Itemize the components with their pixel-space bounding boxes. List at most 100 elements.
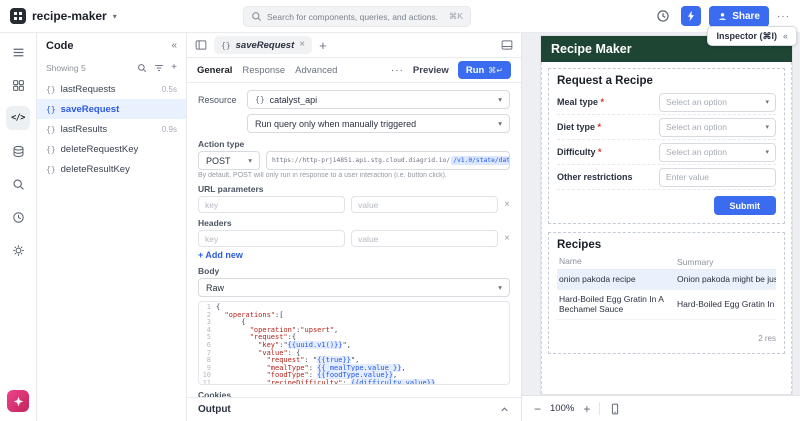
panel-bottom-icon[interactable] (501, 39, 513, 51)
recipe-row[interactable]: Hard-Boiled Egg Gratin In A Bechamel Sau… (557, 290, 776, 320)
braces-icon: {} (46, 165, 56, 174)
panel-left-icon[interactable] (195, 39, 207, 51)
history-icon[interactable] (653, 6, 673, 26)
chevron-up-icon[interactable] (499, 404, 510, 415)
table-header: NameSummary (557, 254, 776, 270)
code-panel: Code « Showing 5 + {}lastRequests0.5s{}s… (37, 33, 187, 421)
query-item-saveRequest[interactable]: {}saveRequest (37, 99, 186, 119)
settings-gear-icon[interactable] (6, 238, 30, 262)
line-number: 11 (199, 380, 216, 385)
query-item-deleteResultKey[interactable]: {} deleteResultKey (37, 159, 186, 179)
collapse-panel-icon[interactable]: « (171, 40, 177, 51)
more-menu-icon[interactable]: ··· (777, 11, 790, 22)
add-new-link[interactable]: + Add new (198, 250, 243, 260)
editor-nav-tabs: General Response Advanced (197, 65, 337, 76)
required-asterisk: * (595, 122, 601, 132)
other-restrictions-input[interactable]: Enter value (659, 168, 776, 187)
run-button[interactable]: Run⌘↵ (458, 61, 511, 79)
chevron-down-icon: ▾ (248, 156, 252, 165)
query-item-deleteRequestKey[interactable]: {}deleteRequestKey (37, 139, 186, 159)
code-icon[interactable]: </> (6, 106, 30, 130)
components-icon[interactable] (6, 73, 30, 97)
form-field-row: Meal type *Select an option▾ (557, 90, 776, 115)
debug-clock-icon[interactable] (6, 205, 30, 229)
submit-button[interactable]: Submit (714, 196, 777, 215)
more-options-icon[interactable]: ··· (391, 65, 404, 76)
search-icon[interactable] (137, 63, 147, 73)
new-tab-icon[interactable]: + (319, 39, 327, 52)
query-name: saveRequest (61, 104, 172, 115)
add-query-icon[interactable]: + (171, 62, 177, 73)
recipe-name-cell: Hard-Boiled Egg Gratin In A Bechamel Sau… (557, 290, 673, 319)
tab-response[interactable]: Response (242, 65, 285, 76)
headers-label: Headers (198, 218, 510, 228)
editor-tabbar: {} saveRequest × + (187, 33, 521, 58)
filter-icon[interactable] (154, 63, 164, 73)
recipe-row[interactable]: onion pakoda recipeOnion pakoda might be… (557, 270, 776, 290)
column-header-name: Name (557, 252, 673, 271)
query-name: deleteResultKey (61, 164, 172, 175)
lightning-icon[interactable] (681, 6, 701, 26)
zoom-out-icon[interactable]: − (534, 403, 541, 415)
results-count: 2 res (557, 334, 776, 347)
code-panel-subheader: Showing 5 + (37, 58, 186, 77)
share-button[interactable]: Share (709, 6, 769, 27)
method-select[interactable]: POST ▾ (198, 151, 260, 170)
mobile-preview-icon[interactable] (609, 403, 621, 415)
chevron-down-icon[interactable]: ▾ (113, 12, 117, 21)
search-placeholder: Search for components, queries, and acti… (267, 12, 444, 22)
url-param-key-input[interactable]: key (198, 196, 345, 213)
search-icon[interactable] (6, 172, 30, 196)
zoom-in-icon[interactable]: + (583, 403, 590, 415)
diet-type-select[interactable]: Select an option▾ (659, 118, 776, 137)
url-base: https://http-prj14851.api.stg.cloud.diag… (272, 157, 450, 164)
output-label: Output (198, 404, 499, 415)
header-value-input[interactable]: value (351, 230, 498, 247)
close-tab-icon[interactable]: × (299, 40, 305, 50)
url-input[interactable]: https://http-prj14851.api.stg.cloud.diag… (266, 151, 510, 170)
database-icon[interactable] (6, 139, 30, 163)
query-item-lastRequests[interactable]: {}lastRequests0.5s (37, 79, 186, 99)
tab-advanced[interactable]: Advanced (295, 65, 337, 76)
editor-content: Resource {} catalyst_api ▾ Run query onl… (187, 83, 521, 397)
recipe-summary-cell: Hard-Boiled Egg Gratin In A Bechamel (673, 299, 776, 309)
query-tab-saverequest[interactable]: {} saveRequest × (214, 36, 312, 54)
inspector-button[interactable]: Inspector (⌘I) « (707, 26, 797, 46)
header-key-input[interactable]: key (198, 230, 345, 247)
run-trigger-select[interactable]: Run query only when manually triggered ▾ (247, 114, 510, 133)
remove-row-icon[interactable]: × (504, 234, 510, 244)
url-param-value-input[interactable]: value (351, 196, 498, 213)
field-label: Diet type * (557, 122, 659, 132)
body-code-editor[interactable]: 1{2 "operations":[3 {4 "operation":"upse… (198, 301, 510, 385)
menu-icon[interactable] (6, 40, 30, 64)
resource-select[interactable]: {} catalyst_api ▾ (247, 90, 510, 109)
form-field-row: Diet type *Select an option▾ (557, 115, 776, 140)
tab-general[interactable]: General (197, 65, 232, 76)
topbar-left: recipe-maker ▾ (0, 8, 117, 24)
field-label: Meal type * (557, 97, 659, 107)
run-shortcut: ⌘↵ (488, 66, 503, 75)
query-name: deleteRequestKey (61, 144, 172, 155)
form-title: Request a Recipe (557, 75, 776, 87)
remove-row-icon[interactable]: × (504, 200, 510, 210)
chevron-down-icon: ▾ (498, 119, 502, 128)
output-bar[interactable]: Output (187, 397, 521, 421)
app-title[interactable]: recipe-maker (32, 9, 107, 23)
omnibar-search[interactable]: Search for components, queries, and acti… (243, 6, 471, 27)
ai-assistant-icon[interactable] (7, 390, 29, 412)
form-field-row: Other restrictionsEnter value (557, 165, 776, 190)
code-line: 11 "recipeDifficulty": {{difficulty.valu… (199, 380, 509, 385)
body-mode-select[interactable]: Raw ▾ (198, 278, 510, 297)
meal-type-select[interactable]: Select an option▾ (659, 93, 776, 112)
placeholder-text: Select an option (666, 122, 765, 132)
recipe-name-cell: onion pakoda recipe (557, 270, 673, 289)
difficulty-select[interactable]: Select an option▾ (659, 143, 776, 162)
query-item-lastResults[interactable]: {}lastResults0.9s (37, 119, 186, 139)
preview-button[interactable]: Preview (413, 65, 449, 76)
showing-count: Showing 5 (46, 63, 130, 73)
braces-icon: {} (46, 125, 56, 134)
body-label: Body (198, 266, 510, 276)
recipe-summary-cell: Onion pakoda might be just the side di (673, 274, 776, 284)
required-asterisk: * (598, 97, 604, 107)
retool-logo-icon[interactable] (10, 8, 26, 24)
